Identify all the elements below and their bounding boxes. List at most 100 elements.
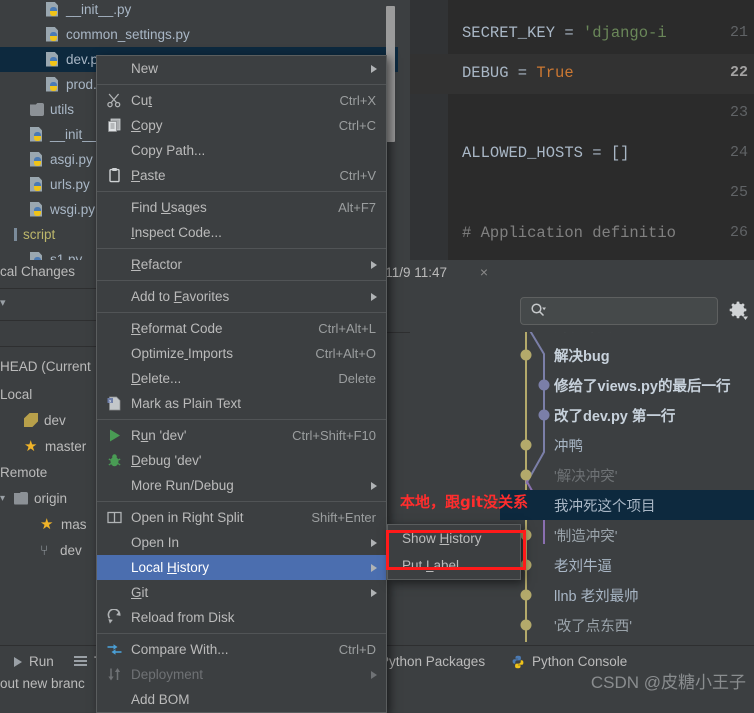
git-remote-origin[interactable]: ▾ origin [0,486,67,510]
menu-item-label: Local History [131,560,210,575]
submenu-item-show-history[interactable]: Show History [388,525,520,552]
branch-label: dev [60,542,82,558]
menu-item-mark-as-plain-text[interactable]: x Mark as Plain Text [97,391,386,416]
git-local-group[interactable]: Local [0,382,32,406]
submenu-item-label: Put Label... [402,558,471,573]
chevron-down-icon[interactable]: ▾ [0,493,12,504]
bottom-button-python-console[interactable]: Python Console [511,654,627,669]
git-branch-dev[interactable]: dev [24,408,66,432]
git-branch-master[interactable]: ★ master [24,434,86,458]
local-history-submenu[interactable]: Show History Put Label... [387,524,521,580]
menu-item-label: Delete... [131,371,182,386]
python-file-icon [46,76,60,93]
menu-item-label: Cut [131,93,153,108]
menu-item-shortcut: Shift+Enter [311,510,376,525]
code-line: DEBUG = True [462,64,574,82]
close-icon[interactable]: × [477,265,491,279]
bottom-button-python-packages[interactable]: Python Packages [380,654,485,669]
copy-icon [106,117,123,134]
git-head-row[interactable]: HEAD (Current [0,354,91,378]
menu-item-git[interactable]: Git [97,580,386,605]
commit-row[interactable]: '改了点东西' [500,610,754,640]
tree-item[interactable]: common_settings.py [0,22,400,47]
menu-item-open-in-right-split[interactable]: Open in Right Split Shift+Enter [97,505,386,530]
vcs-log-list[interactable]: 解决冲突解决bug 修给了views.py的最后一行改了dev.py 第一行冲鸭 '… [500,332,754,645]
run-green-triangle-icon [106,427,123,444]
menu-item-inspect-code[interactable]: Inspect Code... [97,220,386,245]
tree-item-label: __init__.py [66,2,132,17]
chevron-right-icon [371,481,377,490]
bottom-button-run[interactable]: Run [14,654,54,669]
search-icon[interactable] [530,302,546,318]
menu-item-find-usages[interactable]: Find Usages Alt+F7 [97,195,386,220]
menu-item-copy-path[interactable]: Copy Path... [97,138,386,163]
submenu-item-put-label[interactable]: Put Label... [388,552,520,579]
git-remote-master[interactable]: ★ mas [40,512,87,536]
commit-row[interactable]: 解决冲突 [500,332,754,340]
menu-item-label: Find Usages [131,200,207,215]
menu-item-label: Copy Path... [131,143,206,158]
menu-item-add-to-favorites[interactable]: Add to Favorites [97,284,386,309]
git-remote-group[interactable]: Remote [0,460,47,484]
module-bar-icon [14,228,17,241]
commit-row[interactable]: '解决冲突' [500,460,754,490]
tree-item[interactable]: __init__.py [0,0,400,22]
menu-item-copy[interactable]: Copy Ctrl+C [97,113,386,138]
bottom-button-python-console-label: Python Console [532,654,628,669]
local-changes-label[interactable]: cal Changes [0,264,75,279]
menu-item-local-history[interactable]: Local History [97,555,386,580]
commit-row[interactable]: 冲鸭 [500,430,754,460]
bottom-button-python-packages-label: Python Packages [380,654,486,669]
menu-item-paste[interactable]: Paste Ctrl+V [97,163,386,188]
commit-row[interactable]: '制造冲突' [500,520,754,550]
menu-separator [97,248,386,249]
menu-item-debug-dev[interactable]: Debug 'dev' [97,448,386,473]
editor-scrollbar-track[interactable] [386,0,410,260]
gear-icon[interactable] [728,300,748,320]
menu-item-compare-with[interactable]: Compare With... Ctrl+D [97,637,386,662]
menu-item-more-run-debug[interactable]: More Run/Debug [97,473,386,498]
menu-separator [97,280,386,281]
menu-item-optimize-imports[interactable]: Optimize Imports Ctrl+Alt+O [97,341,386,366]
menu-item-add-bom[interactable]: Add BOM [97,687,386,712]
menu-item-label: Open In [131,535,180,550]
menu-item-reload-from-disk[interactable]: Reload from Disk [97,605,386,630]
editor-scrollbar-thumb[interactable] [386,6,395,142]
commit-row[interactable]: 老刘牛逼 [500,550,754,580]
python-file-icon [30,126,44,143]
commit-row[interactable]: 我冲死这个项目 [500,490,754,520]
python-icon [511,655,525,669]
menu-separator [97,419,386,420]
git-remote-dev[interactable]: ⑂ dev [40,538,82,562]
file-context-menu[interactable]: New Cut Ctrl+X Copy Ctrl+C Copy Path... Paste C… [96,55,387,713]
menu-item-label: Run 'dev' [131,428,187,443]
tree-item-label: s1.py [50,252,83,260]
menu-item-run-dev[interactable]: Run 'dev' Ctrl+Shift+F10 [97,423,386,448]
menu-item-new[interactable]: New [97,56,386,81]
commit-row[interactable]: 解决bug [500,340,754,370]
menu-item-refactor[interactable]: Refactor [97,252,386,277]
python-file-icon [30,251,44,260]
chevron-right-icon [371,260,377,269]
python-file-icon [30,201,44,218]
menu-item-reformat-code[interactable]: Reformat Code Ctrl+Alt+L [97,316,386,341]
commit-row[interactable]: 改了dev.py 第一行 [500,400,754,430]
chevron-down-icon[interactable]: ▾ [0,296,6,309]
menu-item-cut[interactable]: Cut Ctrl+X [97,88,386,113]
tree-item-label: common_settings.py [66,27,190,42]
remote-origin-label: origin [34,490,68,506]
code-editor[interactable]: 21 SECRET_KEY = 'django-i 22 DEBUG = True 23… [410,0,754,260]
menu-item-open-in[interactable]: Open In [97,530,386,555]
commit-row[interactable]: 修给了views.py的最后一行 [500,370,754,400]
menu-item-label: Refactor [131,257,183,272]
search-input[interactable] [520,297,718,325]
commit-row[interactable]: llnb 老刘最帅 [500,580,754,610]
menu-item-shortcut: Delete [338,371,376,386]
menu-separator [97,312,386,313]
head-label: HEAD (Current [0,358,91,374]
menu-separator [97,84,386,85]
line-number: 25 [729,184,748,201]
menu-item-delete[interactable]: Delete... Delete [97,366,386,391]
commit-message: 老刘牛逼 [554,559,612,575]
code-token: ALLOWED_HOSTS = [] [462,144,630,162]
